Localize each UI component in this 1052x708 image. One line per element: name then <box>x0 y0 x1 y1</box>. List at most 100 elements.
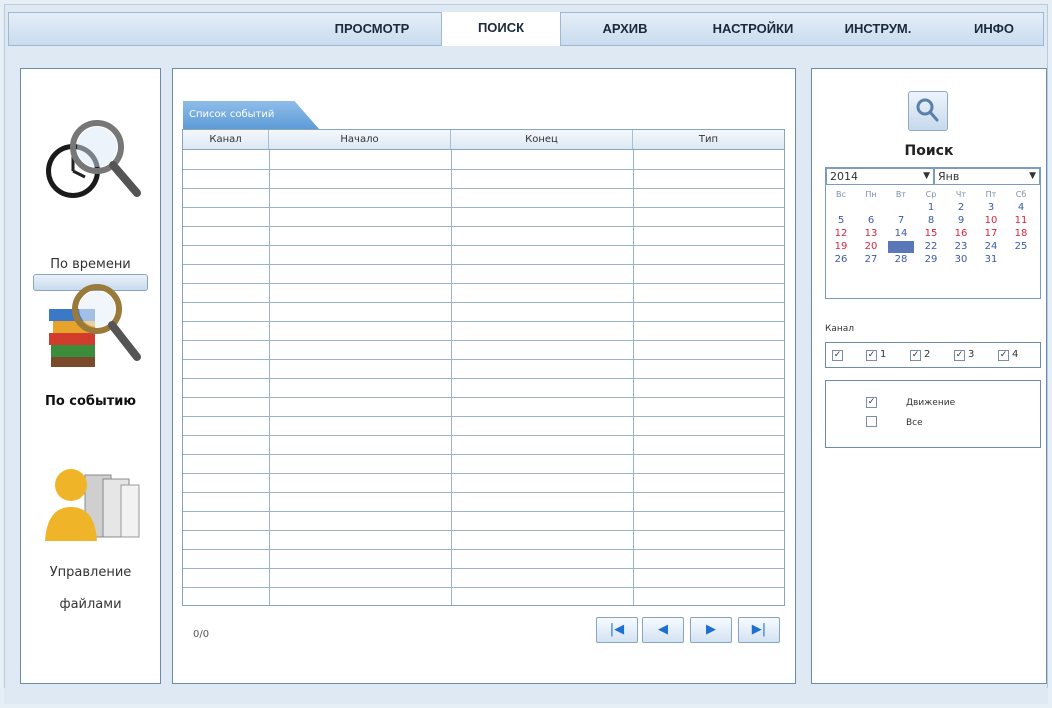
calendar-day[interactable]: 17 <box>978 228 1004 240</box>
calendar-day[interactable]: 6 <box>858 215 884 227</box>
calendar-day[interactable]: 15 <box>918 228 944 240</box>
table-row-divider <box>183 435 784 436</box>
table-row-divider <box>183 207 784 208</box>
tab-preview[interactable]: ПРОСМОТР <box>317 13 427 45</box>
table-row-divider <box>183 492 784 493</box>
table-row-divider <box>183 245 784 246</box>
top-nav-bar: ПРОСМОТР ПОИСК АРХИВ НАСТРОЙКИ ИНСТРУМ. … <box>8 12 1044 46</box>
calendar-day[interactable]: 27 <box>858 254 884 266</box>
weekday-header: Пн <box>865 190 877 199</box>
mode-file-management[interactable]: Управление файлами <box>21 449 160 629</box>
last-page-button[interactable]: ▶| <box>738 617 780 643</box>
channel-1-checkbox[interactable]: ✓ <box>866 350 877 361</box>
calendar-day[interactable]: 4 <box>1008 202 1034 214</box>
search-filter-panel: Поиск 2014 ▼ Янв ▼ Вс Пн Вт Ср Чт Пт Сб 1 2 3 4 5 6 7… <box>811 68 1047 684</box>
month-select[interactable]: Янв ▼ <box>934 168 1040 185</box>
event-list-tab[interactable]: Список событий <box>183 101 319 129</box>
channel-label-1: 1 <box>880 349 887 360</box>
prev-icon: ◀ <box>658 622 668 637</box>
table-row-divider <box>183 549 784 550</box>
channel-2-checkbox[interactable]: ✓ <box>910 350 921 361</box>
next-page-button[interactable]: ▶ <box>690 617 732 643</box>
channel-label-3: 3 <box>968 349 975 360</box>
chevron-down-icon: ▼ <box>923 171 930 181</box>
table-row-divider <box>183 530 784 531</box>
calendar-day[interactable]: 12 <box>828 228 854 240</box>
calendar-day[interactable]: 31 <box>978 254 1004 266</box>
calendar-day[interactable]: 16 <box>948 228 974 240</box>
table-row-divider <box>183 473 784 474</box>
calendar-day[interactable]: 19 <box>828 241 854 253</box>
motion-checkbox[interactable]: ✓ <box>866 397 877 408</box>
column-header-end[interactable]: Конец <box>451 130 633 149</box>
search-icon <box>916 98 939 122</box>
calendar-day[interactable]: 2 <box>948 202 974 214</box>
weekday-header: Сб <box>1015 190 1027 199</box>
mode-file-management-label-2: файлами <box>59 597 122 612</box>
event-table-header: Канал Начало Конец Тип <box>182 129 785 150</box>
calendar-day[interactable]: 7 <box>888 215 914 227</box>
tab-search[interactable]: ПОИСК <box>441 12 561 46</box>
table-row-divider <box>183 340 784 341</box>
calendar-day[interactable]: 10 <box>978 215 1004 227</box>
weekday-header: Чт <box>955 190 967 199</box>
tab-archive[interactable]: АРХИВ <box>575 13 675 45</box>
table-row-divider <box>183 454 784 455</box>
tab-info[interactable]: ИНФО <box>949 13 1039 45</box>
table-row-divider <box>183 397 784 398</box>
year-select[interactable]: 2014 ▼ <box>826 168 934 185</box>
first-page-button[interactable]: |◀ <box>596 617 638 643</box>
calendar-day[interactable]: 26 <box>828 254 854 266</box>
table-row-divider <box>183 378 784 379</box>
calendar-day[interactable]: 13 <box>858 228 884 240</box>
first-icon: |◀ <box>609 622 625 637</box>
calendar-day[interactable]: 9 <box>948 215 974 227</box>
tab-tools[interactable]: ИНСТРУМ. <box>823 13 933 45</box>
mode-by-time[interactable]: По времени <box>21 109 160 289</box>
all-types-label: Все <box>906 418 923 428</box>
weekday-header: Вт <box>895 190 907 199</box>
mode-by-event[interactable]: По событию <box>21 274 160 424</box>
search-title: Поиск <box>904 143 954 159</box>
table-row-divider <box>183 226 784 227</box>
month-value: Янв <box>938 170 960 183</box>
table-row-divider <box>183 302 784 303</box>
mode-by-event-label: По событию <box>44 394 137 409</box>
calendar-day[interactable]: 30 <box>948 254 974 266</box>
calendar-day[interactable]: 24 <box>978 241 1004 253</box>
calendar-day[interactable]: 21 <box>888 241 914 253</box>
calendar-day[interactable]: 5 <box>828 215 854 227</box>
calendar-day[interactable]: 25 <box>1008 241 1034 253</box>
clock-search-icon <box>33 109 148 215</box>
column-header-channel[interactable]: Канал <box>183 130 269 149</box>
calendar-day[interactable]: 28 <box>888 254 914 266</box>
table-row-divider <box>183 416 784 417</box>
table-row-divider <box>183 188 784 189</box>
all-types-checkbox[interactable] <box>866 416 877 427</box>
user-files-icon <box>33 449 148 555</box>
calendar-day[interactable]: 11 <box>1008 215 1034 227</box>
calendar-day[interactable]: 14 <box>888 228 914 240</box>
calendar-day[interactable]: 23 <box>948 241 974 253</box>
channel-3-checkbox[interactable]: ✓ <box>954 350 965 361</box>
calendar-day[interactable]: 29 <box>918 254 944 266</box>
calendar-day[interactable]: 8 <box>918 215 944 227</box>
table-row-divider <box>183 511 784 512</box>
calendar-day[interactable]: 22 <box>918 241 944 253</box>
calendar-day[interactable]: 3 <box>978 202 1004 214</box>
table-row-divider <box>183 359 784 360</box>
channel-4-checkbox[interactable]: ✓ <box>998 350 1009 361</box>
column-header-start[interactable]: Начало <box>269 130 451 149</box>
prev-page-button[interactable]: ◀ <box>642 617 684 643</box>
weekday-header: Вс <box>836 190 846 199</box>
weekday-header: Ср <box>925 190 937 199</box>
all-channels-checkbox[interactable]: ✓ <box>832 350 843 361</box>
calendar-day[interactable]: 20 <box>858 241 884 253</box>
calendar-day[interactable]: 1 <box>918 202 944 214</box>
bottom-status-strip <box>4 688 1048 704</box>
search-button[interactable] <box>908 91 948 131</box>
table-row-divider <box>183 169 784 170</box>
calendar-day[interactable]: 18 <box>1008 228 1034 240</box>
tab-settings[interactable]: НАСТРОЙКИ <box>693 13 813 45</box>
column-header-type[interactable]: Тип <box>633 130 784 149</box>
